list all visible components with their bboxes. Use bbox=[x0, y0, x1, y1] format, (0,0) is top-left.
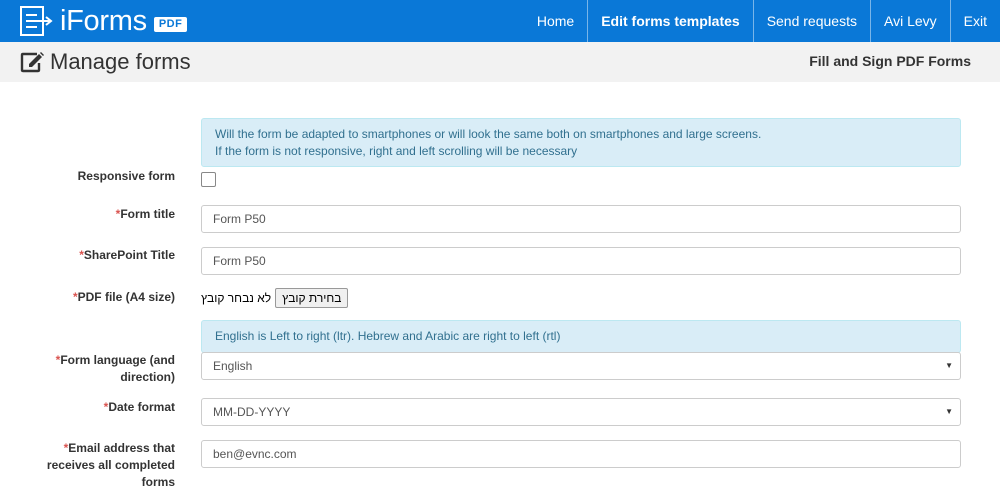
top-navbar: iForms PDF Home Edit forms templates Sen… bbox=[0, 0, 1000, 42]
pdf-file-label: *PDF file (A4 size) bbox=[10, 289, 175, 306]
email-label-line3: forms bbox=[141, 475, 175, 489]
dropdown-arrow-icon: ▼ bbox=[945, 361, 953, 370]
form-language-selected: English bbox=[213, 359, 253, 373]
form-language-select[interactable]: English ▼ bbox=[201, 352, 961, 380]
email-label-line2: receives all completed bbox=[46, 458, 175, 472]
responsive-info-alert: Will the form be adapted to smartphones … bbox=[201, 118, 961, 167]
nav-exit[interactable]: Exit bbox=[949, 0, 1000, 42]
form-language-label: *Form language (and direction) bbox=[10, 352, 175, 386]
email-input[interactable]: ben@evnc.com bbox=[201, 440, 961, 468]
page-header: Manage forms Fill and Sign PDF Forms bbox=[0, 42, 1000, 82]
language-info-alert: English is Left to right (ltr). Hebrew a… bbox=[201, 320, 961, 353]
date-format-select[interactable]: MM-DD-YYYY ▼ bbox=[201, 398, 961, 426]
brand-badge: PDF bbox=[153, 16, 188, 32]
form-language-label-line2: direction) bbox=[120, 370, 175, 384]
page-subtitle: Fill and Sign PDF Forms bbox=[809, 53, 971, 69]
responsive-form-label: Responsive form bbox=[77, 169, 175, 183]
nav-user-menu[interactable]: Avi Levy bbox=[869, 0, 950, 42]
responsive-form-checkbox[interactable] bbox=[201, 172, 216, 187]
date-format-selected: MM-DD-YYYY bbox=[213, 405, 291, 419]
brand[interactable]: iForms PDF bbox=[20, 5, 188, 37]
form-title-input[interactable]: Form P50 bbox=[201, 205, 961, 233]
pdf-file-picker: בחירת קובץ לא נבחר קובץ bbox=[201, 288, 349, 308]
nav-send-requests[interactable]: Send requests bbox=[752, 0, 870, 42]
date-format-label-text: Date format bbox=[108, 400, 175, 414]
main-nav: Home Edit forms templates Send requests … bbox=[524, 0, 1000, 42]
page-title: Manage forms bbox=[50, 49, 191, 74]
choose-file-button[interactable]: בחירת קובץ bbox=[275, 288, 349, 308]
sharepoint-title-label-text: SharePoint Title bbox=[83, 248, 175, 262]
sharepoint-title-label: *SharePoint Title bbox=[10, 247, 175, 264]
dropdown-arrow-icon: ▼ bbox=[945, 407, 953, 416]
form-arrow-icon bbox=[20, 6, 53, 36]
nav-edit-forms-templates[interactable]: Edit forms templates bbox=[587, 0, 752, 42]
nav-home[interactable]: Home bbox=[524, 0, 587, 42]
brand-name: iForms bbox=[60, 5, 147, 37]
responsive-info-line2: If the form is not responsive, right and… bbox=[215, 144, 578, 158]
edit-icon bbox=[20, 52, 44, 73]
form-title-label: *Form title bbox=[10, 206, 175, 223]
email-label-line1: Email address that bbox=[68, 441, 175, 455]
responsive-info-line1: Will the form be adapted to smartphones … bbox=[215, 127, 762, 141]
email-label: *Email address that receives all complet… bbox=[10, 440, 175, 491]
date-format-label: *Date format bbox=[10, 399, 175, 416]
form-title-label-text: Form title bbox=[120, 207, 175, 221]
form-language-label-line1: Form language (and bbox=[60, 353, 175, 367]
pdf-file-label-text: PDF file (A4 size) bbox=[77, 290, 175, 304]
sharepoint-title-input[interactable]: Form P50 bbox=[201, 247, 961, 275]
file-status-text: לא נבחר קובץ bbox=[201, 291, 272, 305]
